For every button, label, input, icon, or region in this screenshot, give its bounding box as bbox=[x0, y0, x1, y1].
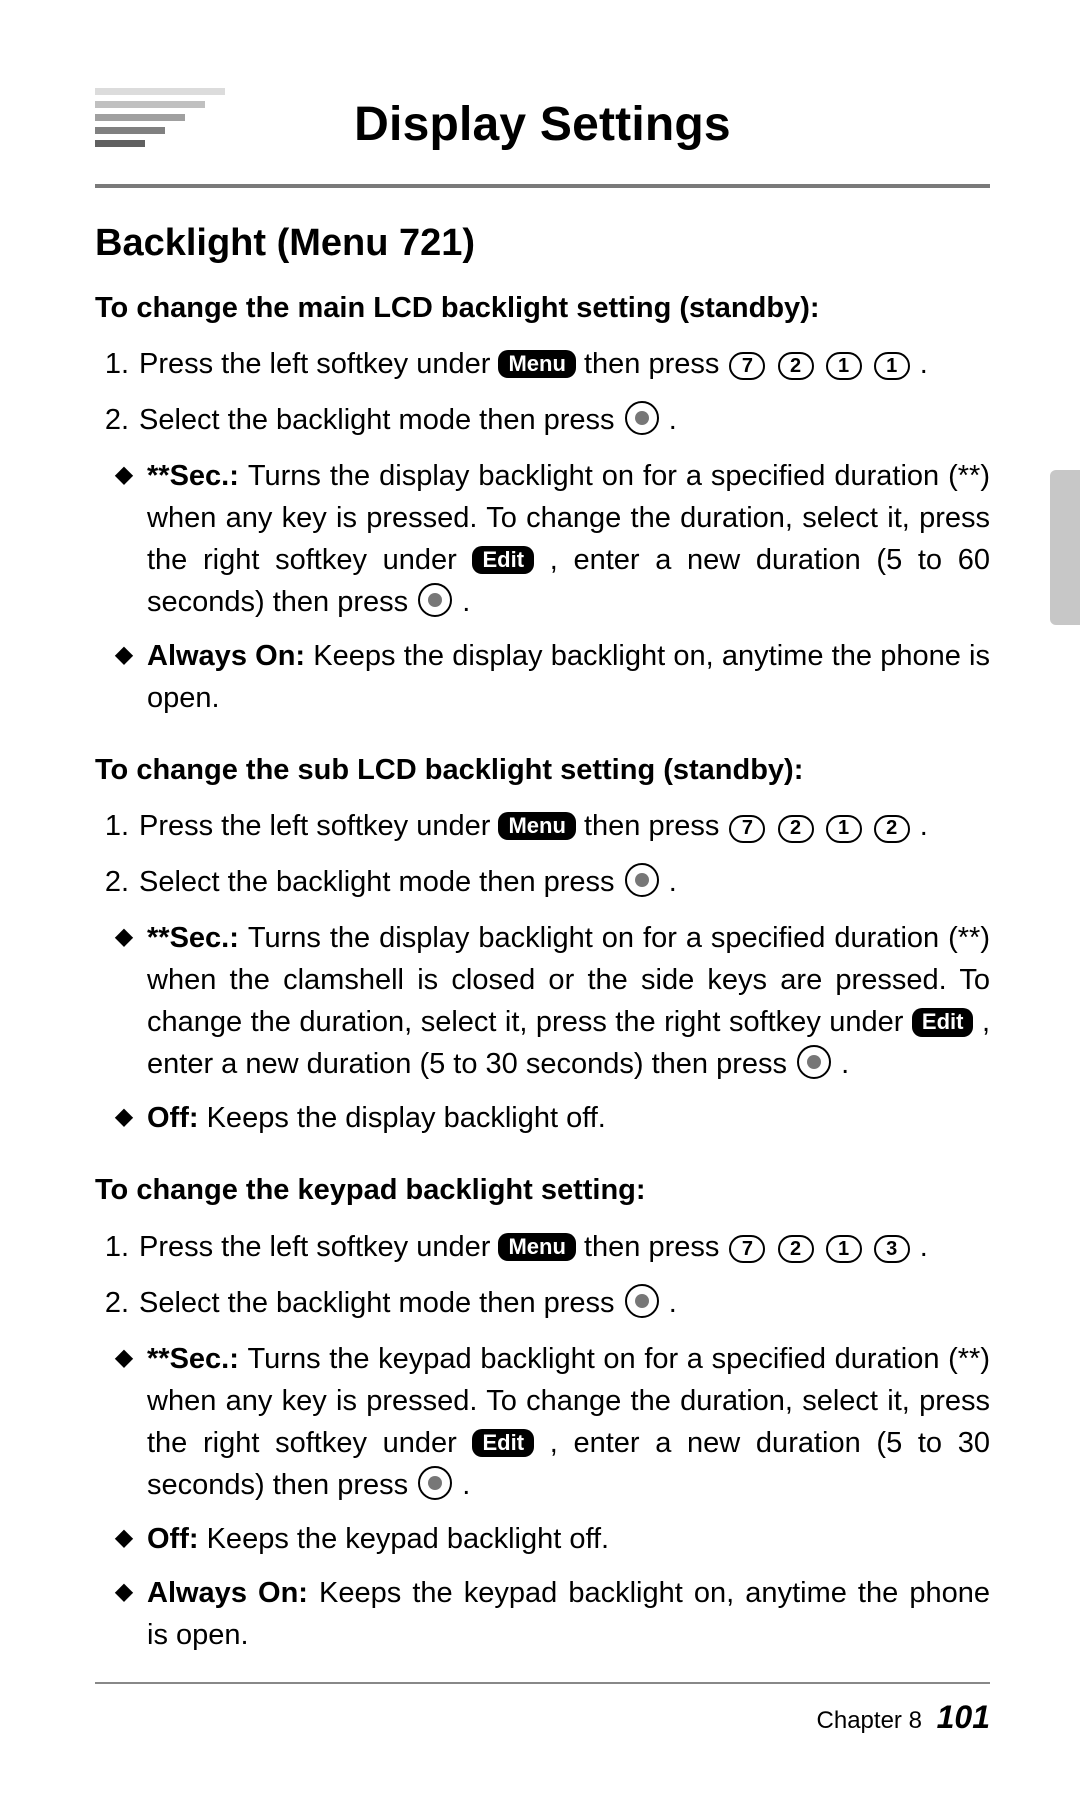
menu-button-icon: Menu bbox=[498, 1233, 575, 1261]
page-number: 101 bbox=[937, 1699, 990, 1735]
key-7-icon: 7 bbox=[729, 352, 765, 380]
bullet-item: ◆ Off: Keeps the keypad backlight off. bbox=[95, 1518, 990, 1560]
diamond-icon: ◆ bbox=[109, 635, 139, 676]
bullet-body: Always On: Keeps the display backlight o… bbox=[147, 635, 990, 719]
bullet-item: ◆ **Sec.: Turns the display backlight on… bbox=[95, 917, 990, 1085]
menu-button-icon: Menu bbox=[498, 812, 575, 840]
edit-button-icon: Edit bbox=[472, 1429, 534, 1457]
step: 1. Press the left softkey under Menu the… bbox=[95, 805, 990, 847]
step: 2. Select the backlight mode then press … bbox=[95, 1282, 990, 1324]
step-number: 2. bbox=[95, 399, 129, 441]
manual-page: Display Settings Backlight (Menu 721) To… bbox=[0, 0, 1080, 1800]
subheading-sub-lcd: To change the sub LCD backlight setting … bbox=[95, 749, 990, 791]
thumb-tab bbox=[1050, 470, 1080, 625]
bullet-item: ◆ Always On: Keeps the display backlight… bbox=[95, 635, 990, 719]
key-3-icon: 3 bbox=[874, 1235, 910, 1263]
bullet-body: **Sec.: Turns the display backlight on f… bbox=[147, 917, 990, 1085]
menu-button-icon: Menu bbox=[498, 350, 575, 378]
bullet-item: ◆ **Sec.: Turns the display backlight on… bbox=[95, 455, 990, 623]
diamond-icon: ◆ bbox=[109, 455, 139, 496]
key-2-icon: 2 bbox=[874, 815, 910, 843]
diamond-icon: ◆ bbox=[109, 1097, 139, 1138]
ok-button-icon bbox=[625, 863, 659, 897]
step: 2. Select the backlight mode then press … bbox=[95, 861, 990, 903]
subheading-main-lcd: To change the main LCD backlight setting… bbox=[95, 287, 990, 329]
key-1-icon: 1 bbox=[826, 1235, 862, 1263]
key-1-icon: 1 bbox=[826, 815, 862, 843]
section-heading: Backlight (Menu 721) bbox=[95, 216, 990, 271]
bullet-body: **Sec.: Turns the display backlight on f… bbox=[147, 455, 990, 623]
page-title: Display Settings bbox=[354, 98, 731, 151]
subheading-keypad: To change the keypad backlight setting: bbox=[95, 1169, 990, 1211]
chapter-label: Chapter 8 bbox=[817, 1707, 922, 1734]
divider bbox=[95, 184, 990, 188]
page-header: Display Settings bbox=[95, 90, 990, 178]
step-body: Press the left softkey under Menu then p… bbox=[139, 1226, 990, 1268]
edit-button-icon: Edit bbox=[912, 1008, 974, 1036]
step: 2. Select the backlight mode then press … bbox=[95, 399, 990, 441]
diamond-icon: ◆ bbox=[109, 1572, 139, 1613]
bullet-item: ◆ Always On: Keeps the keypad backlight … bbox=[95, 1572, 990, 1656]
step-body: Select the backlight mode then press . bbox=[139, 1282, 990, 1324]
bullet-item: ◆ **Sec.: Turns the keypad backlight on … bbox=[95, 1338, 990, 1506]
step: 1. Press the left softkey under Menu the… bbox=[95, 343, 990, 385]
logo-bars-icon bbox=[95, 88, 225, 153]
key-2-icon: 2 bbox=[778, 352, 814, 380]
page-footer: Chapter 8 101 bbox=[95, 1682, 990, 1740]
key-1-icon: 1 bbox=[874, 352, 910, 380]
step-body: Select the backlight mode then press . bbox=[139, 861, 990, 903]
step-body: Press the left softkey under Menu then p… bbox=[139, 805, 990, 847]
key-7-icon: 7 bbox=[729, 815, 765, 843]
diamond-icon: ◆ bbox=[109, 917, 139, 958]
bullet-body: **Sec.: Turns the keypad backlight on fo… bbox=[147, 1338, 990, 1506]
step-body: Press the left softkey under Menu then p… bbox=[139, 343, 990, 385]
diamond-icon: ◆ bbox=[109, 1518, 139, 1559]
ok-button-icon bbox=[625, 1284, 659, 1318]
bullet-body: Off: Keeps the display backlight off. bbox=[147, 1097, 990, 1139]
edit-button-icon: Edit bbox=[472, 546, 534, 574]
step-body: Select the backlight mode then press . bbox=[139, 399, 990, 441]
diamond-icon: ◆ bbox=[109, 1338, 139, 1379]
step-number: 1. bbox=[95, 343, 129, 385]
footer-divider bbox=[95, 1682, 990, 1684]
step-number: 2. bbox=[95, 861, 129, 903]
bullet-body: Always On: Keeps the keypad backlight on… bbox=[147, 1572, 990, 1656]
step: 1. Press the left softkey under Menu the… bbox=[95, 1226, 990, 1268]
key-1-icon: 1 bbox=[826, 352, 862, 380]
step-number: 1. bbox=[95, 1226, 129, 1268]
ok-button-icon bbox=[418, 583, 452, 617]
ok-button-icon bbox=[418, 1466, 452, 1500]
ok-button-icon bbox=[625, 401, 659, 435]
step-number: 2. bbox=[95, 1282, 129, 1324]
ok-button-icon bbox=[797, 1045, 831, 1079]
bullet-body: Off: Keeps the keypad backlight off. bbox=[147, 1518, 990, 1560]
key-7-icon: 7 bbox=[729, 1235, 765, 1263]
step-number: 1. bbox=[95, 805, 129, 847]
key-2-icon: 2 bbox=[778, 1235, 814, 1263]
key-2-icon: 2 bbox=[778, 815, 814, 843]
bullet-item: ◆ Off: Keeps the display backlight off. bbox=[95, 1097, 990, 1139]
